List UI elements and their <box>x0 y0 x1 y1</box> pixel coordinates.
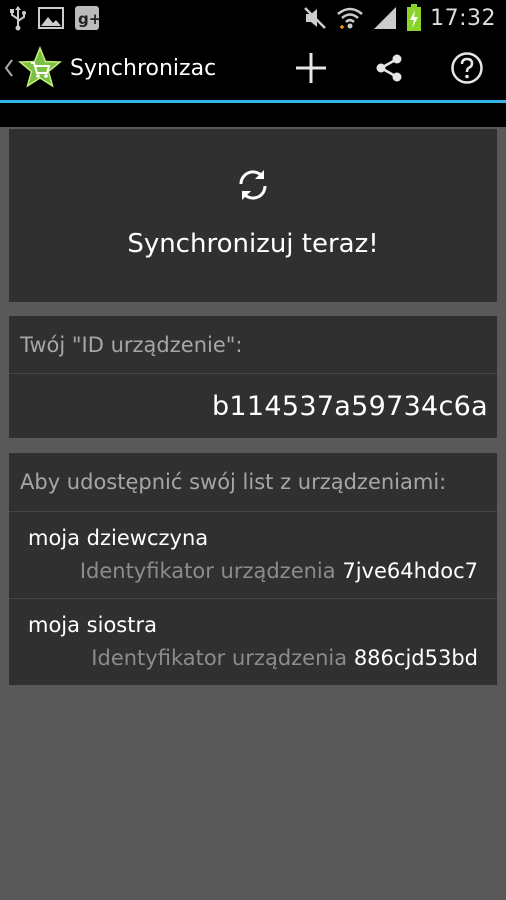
device-list-item[interactable]: moja siostra Identyfikator urządzenia 88… <box>9 599 497 685</box>
device-list-item[interactable]: moja dziewczyna Identyfikator urządzenia… <box>9 512 497 598</box>
gallery-icon <box>38 6 64 30</box>
device-id-header: Twój "ID urządzenie": <box>20 332 243 357</box>
action-bar-actions <box>272 36 506 100</box>
action-bar: Synchronizac <box>0 36 506 100</box>
device-id-value[interactable]: b114537a59734c6a <box>9 374 497 438</box>
sync-now-label: Synchronizuj teraz! <box>127 229 379 259</box>
svg-text:g+: g+ <box>78 10 100 28</box>
up-caret-icon[interactable] <box>2 58 16 78</box>
action-bar-spacer <box>0 103 506 127</box>
system-icons: 17:32 <box>302 4 506 32</box>
add-button[interactable] <box>272 36 350 100</box>
device-id: 886cjd53bd <box>353 646 478 670</box>
battery-charging-icon <box>406 4 422 32</box>
signal-icon <box>372 5 398 31</box>
device-id: 7jve64hdoc7 <box>342 559 478 583</box>
device-id-label: Identyfikator urządzenia <box>91 646 348 670</box>
help-icon <box>451 52 483 84</box>
device-id-line: Identyfikator urządzenia 886cjd53bd <box>91 646 478 670</box>
share-button[interactable] <box>350 36 428 100</box>
usb-icon <box>8 5 28 31</box>
clock: 17:32 <box>430 5 496 31</box>
share-list-card: Aby udostępnić swój list z urządzeniami:… <box>9 453 497 685</box>
google-plus-icon: g+ <box>74 5 100 31</box>
device-id-card: Twój "ID urządzenie": b114537a59734c6a <box>9 316 497 438</box>
help-button[interactable] <box>428 36 506 100</box>
refresh-icon <box>235 167 271 207</box>
device-name: moja dziewczyna <box>28 526 209 550</box>
device-name: moja siostra <box>28 613 157 637</box>
wifi-icon <box>336 5 364 31</box>
device-id-line: Identyfikator urządzenia 7jve64hdoc7 <box>80 559 478 583</box>
add-icon <box>296 53 326 83</box>
mute-icon <box>302 5 328 31</box>
page-title: Synchronizac <box>70 55 217 81</box>
sync-now-button[interactable]: Synchronizuj teraz! <box>9 129 497 302</box>
share-header: Aby udostępnić swój list z urządzeniami: <box>20 470 447 494</box>
status-bar: g+ 17:32 <box>0 0 506 36</box>
share-icon <box>376 54 402 82</box>
device-id-label: Identyfikator urządzenia <box>79 559 336 583</box>
notification-icons: g+ <box>0 5 100 31</box>
app-logo-icon[interactable] <box>17 46 63 90</box>
